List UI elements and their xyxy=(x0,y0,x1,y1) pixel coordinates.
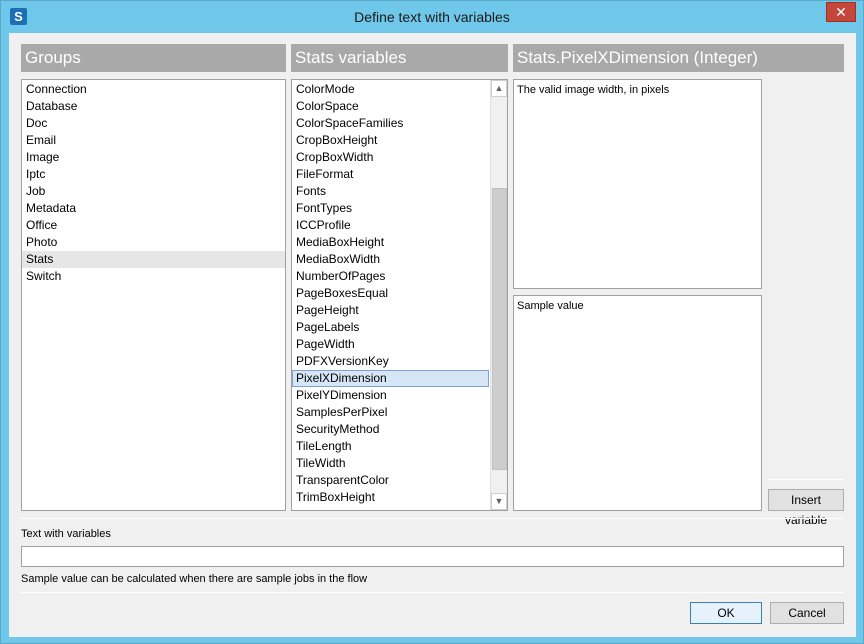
dialog-title: Define text with variables xyxy=(354,9,510,25)
insert-variable-button[interactable]: Insert variable xyxy=(768,489,844,527)
groups-list-item[interactable]: Stats xyxy=(22,251,285,268)
stats-variable-item[interactable]: TrimBoxHeight xyxy=(292,489,489,506)
groups-list-item[interactable]: Email xyxy=(22,132,285,149)
stats-variable-item[interactable]: ColorSpace xyxy=(292,98,489,115)
stats-variable-item[interactable]: PDFXVersionKey xyxy=(292,353,489,370)
groups-list-item[interactable]: Metadata xyxy=(22,200,285,217)
stats-variables-list[interactable]: ColorMode ColorSpace ColorSpaceFamilies Cro… xyxy=(291,79,508,511)
dialog-window: S Define text with variables ✕ Groups Co… xyxy=(0,0,864,644)
stats-variable-item[interactable]: MediaBoxWidth xyxy=(292,251,489,268)
dialog-client-area: Groups Connection Database Doc Email Image Ip… xyxy=(9,33,856,637)
stats-variable-item[interactable]: TileWidth xyxy=(292,455,489,472)
stats-variable-item[interactable]: SecurityMethod xyxy=(292,421,489,438)
variable-description-box: The valid image width, in pixels xyxy=(513,79,762,289)
groups-list-item[interactable]: Job xyxy=(22,183,285,200)
groups-list[interactable]: Connection Database Doc Email Image Iptc Job Me… xyxy=(21,79,286,511)
stats-variable-item[interactable]: PageLabels xyxy=(292,319,489,336)
details-separator xyxy=(768,479,844,480)
cancel-button[interactable]: Cancel xyxy=(770,602,844,624)
stats-variable-item[interactable]: Fonts xyxy=(292,183,489,200)
sample-value-box: Sample value xyxy=(513,295,762,511)
text-with-variables-label: Text with variables xyxy=(21,528,111,540)
stats-variable-item[interactable]: PageHeight xyxy=(292,302,489,319)
title-bar[interactable]: S Define text with variables ✕ xyxy=(1,1,863,33)
stats-variable-item[interactable]: ColorMode xyxy=(292,81,489,98)
stats-variable-item[interactable]: TransparentColor xyxy=(292,472,489,489)
stats-variable-item[interactable]: ICCProfile xyxy=(292,217,489,234)
groups-list-item[interactable]: Photo xyxy=(22,234,285,251)
stats-variable-item[interactable]: FileFormat xyxy=(292,166,489,183)
groups-list-item[interactable]: Office xyxy=(22,217,285,234)
groups-list-item[interactable]: Switch xyxy=(22,268,285,285)
groups-list-item[interactable]: Doc xyxy=(22,115,285,132)
scroll-down-icon[interactable]: ▼ xyxy=(491,493,507,510)
section-separator xyxy=(21,518,844,519)
sample-jobs-note: Sample value can be calculated when ther… xyxy=(21,573,368,585)
stats-variable-item[interactable]: CropBoxWidth xyxy=(292,149,489,166)
stats-variable-item[interactable]: PageBoxesEqual xyxy=(292,285,489,302)
stats-variable-item[interactable]: FontTypes xyxy=(292,200,489,217)
stats-variable-item[interactable]: ColorSpaceFamilies xyxy=(292,115,489,132)
vertical-scrollbar[interactable]: ▲ ▼ xyxy=(490,80,507,510)
stats-variable-item[interactable]: PageWidth xyxy=(292,336,489,353)
stats-variable-item[interactable]: TileLength xyxy=(292,438,489,455)
groups-list-item[interactable]: Connection xyxy=(22,81,285,98)
groups-list-item[interactable]: Iptc xyxy=(22,166,285,183)
stats-variable-item[interactable]: MediaBoxHeight xyxy=(292,234,489,251)
scroll-up-icon[interactable]: ▲ xyxy=(491,80,507,97)
stats-variable-item[interactable]: CropBoxHeight xyxy=(292,132,489,149)
groups-header: Groups xyxy=(21,44,286,72)
footer-separator xyxy=(21,592,844,593)
variable-detail-header: Stats.PixelXDimension (Integer) xyxy=(513,44,844,72)
text-with-variables-input[interactable] xyxy=(21,546,844,567)
stats-variable-item[interactable]: SamplesPerPixel xyxy=(292,404,489,421)
groups-list-item[interactable]: Database xyxy=(22,98,285,115)
stats-variable-item[interactable]: PixelYDimension xyxy=(292,387,489,404)
close-button[interactable]: ✕ xyxy=(826,2,856,22)
ok-button[interactable]: OK xyxy=(690,602,762,624)
stats-variable-item[interactable]: NumberOfPages xyxy=(292,268,489,285)
scrollbar-thumb[interactable] xyxy=(492,188,507,470)
stats-variables-items: ColorMode ColorSpace ColorSpaceFamilies Cro… xyxy=(292,80,507,506)
groups-list-item[interactable]: Image xyxy=(22,149,285,166)
stats-variable-item[interactable]: PixelXDimension xyxy=(292,370,489,387)
stats-variables-header: Stats variables xyxy=(291,44,508,72)
